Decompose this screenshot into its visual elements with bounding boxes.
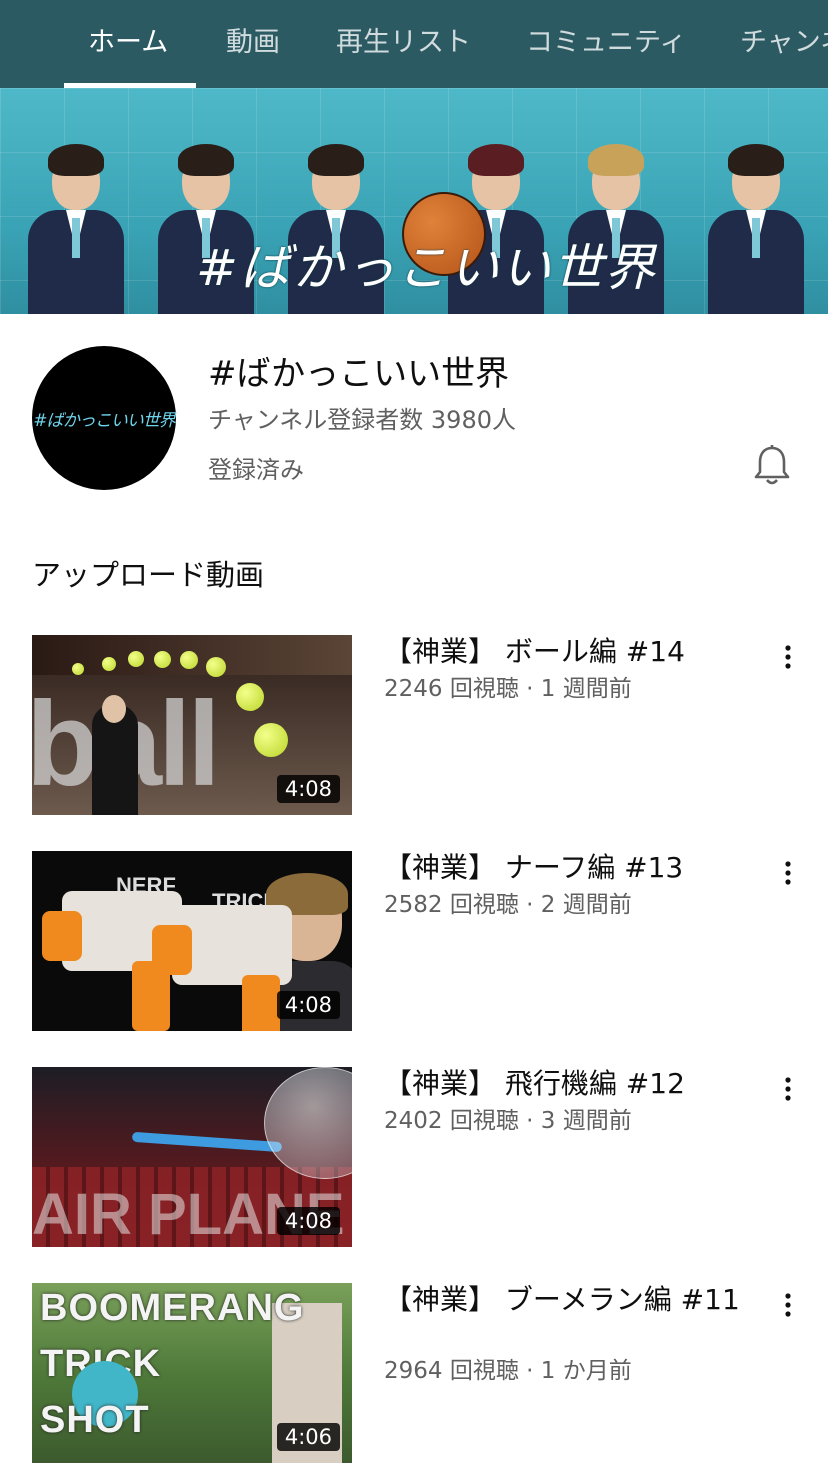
tab-playlists[interactable]: 再生リスト (336, 0, 471, 88)
channel-name: #ばかっこいい世界 (208, 354, 510, 394)
view-count: 2246 回視聴 (384, 676, 519, 702)
banner-person (700, 134, 810, 314)
meta-separator: · (526, 892, 534, 918)
view-count: 2964 回視聴 (384, 1358, 519, 1384)
view-count: 2582 回視聴 (384, 892, 519, 918)
video-duration: 4:08 (276, 775, 340, 803)
channel-tab-bar: ホーム 動画 再生リスト コミュニティ チャンネル (0, 0, 828, 88)
video-item[interactable]: ball 4:08 【神業】 ボール編 #14 2246 回視聴 · 1 週間前 (0, 635, 828, 815)
channel-banner: #ばかっこいい世界 (0, 88, 828, 314)
video-meta: 2402 回視聴 · 3 週間前 (384, 1101, 632, 1135)
video-duration: 4:06 (276, 1423, 340, 1451)
bell-icon[interactable] (752, 444, 792, 488)
video-item[interactable]: BOOMERANG TRICK SHOT 4:06 【神業】 ブーメラン編 #1… (0, 1283, 828, 1463)
video-duration: 4:08 (276, 1207, 340, 1235)
tab-community[interactable]: コミュニティ (526, 0, 686, 88)
meta-separator: · (526, 1108, 534, 1134)
banner-person (20, 134, 130, 314)
tab-home[interactable]: ホーム (88, 0, 168, 88)
upload-age: 1 週間前 (540, 676, 632, 702)
video-meta: 2246 回視聴 · 1 週間前 (384, 669, 632, 703)
video-thumbnail[interactable]: ball 4:08 (32, 635, 352, 815)
more-options-icon[interactable] (772, 641, 804, 673)
video-title[interactable]: 【神業】 ナーフ編 #13 (384, 851, 764, 885)
upload-age: 3 週間前 (540, 1108, 632, 1134)
thumbnail-text: SHOT (40, 1399, 150, 1441)
more-options-icon[interactable] (772, 857, 804, 889)
upload-age: 1 か月前 (540, 1358, 632, 1384)
subscribed-button[interactable]: 登録済み (208, 450, 304, 485)
video-item[interactable]: AIR PLANE 4:08 【神業】 飛行機編 #12 2402 回視聴 · … (0, 1067, 828, 1247)
more-options-icon[interactable] (772, 1073, 804, 1105)
subscriber-count: チャンネル登録者数 3980人 (208, 406, 516, 434)
video-thumbnail[interactable]: AIR PLANE 4:08 (32, 1067, 352, 1247)
video-duration: 4:08 (276, 991, 340, 1019)
video-item[interactable]: NERF TRICK 4:08 【神業】 ナーフ編 #13 2582 回視聴 ·… (0, 851, 828, 1031)
video-thumbnail[interactable]: BOOMERANG TRICK SHOT 4:06 (32, 1283, 352, 1463)
banner-title: #ばかっこいい世界 (196, 239, 657, 297)
video-title[interactable]: 【神業】 飛行機編 #12 (384, 1067, 764, 1101)
tab-videos[interactable]: 動画 (226, 0, 280, 88)
view-count: 2402 回視聴 (384, 1108, 519, 1134)
video-title[interactable]: 【神業】 ブーメラン編 #11 (384, 1283, 764, 1317)
upload-age: 2 週間前 (540, 892, 632, 918)
tab-channels[interactable]: チャンネル (740, 0, 828, 88)
uploads-section-title: アップロード動画 (32, 558, 265, 592)
more-options-icon[interactable] (772, 1289, 804, 1321)
avatar-logo-text: #ばかっこいい世界 (33, 410, 176, 431)
channel-avatar[interactable]: #ばかっこいい世界 (32, 346, 176, 490)
meta-separator: · (526, 676, 534, 702)
video-thumbnail[interactable]: NERF TRICK 4:08 (32, 851, 352, 1031)
video-title[interactable]: 【神業】 ボール編 #14 (384, 635, 764, 669)
video-meta: 2964 回視聴 · 1 か月前 (384, 1351, 632, 1385)
thumbnail-text: BOOMERANG (40, 1287, 305, 1329)
video-meta: 2582 回視聴 · 2 週間前 (384, 885, 632, 919)
meta-separator: · (526, 1358, 534, 1384)
